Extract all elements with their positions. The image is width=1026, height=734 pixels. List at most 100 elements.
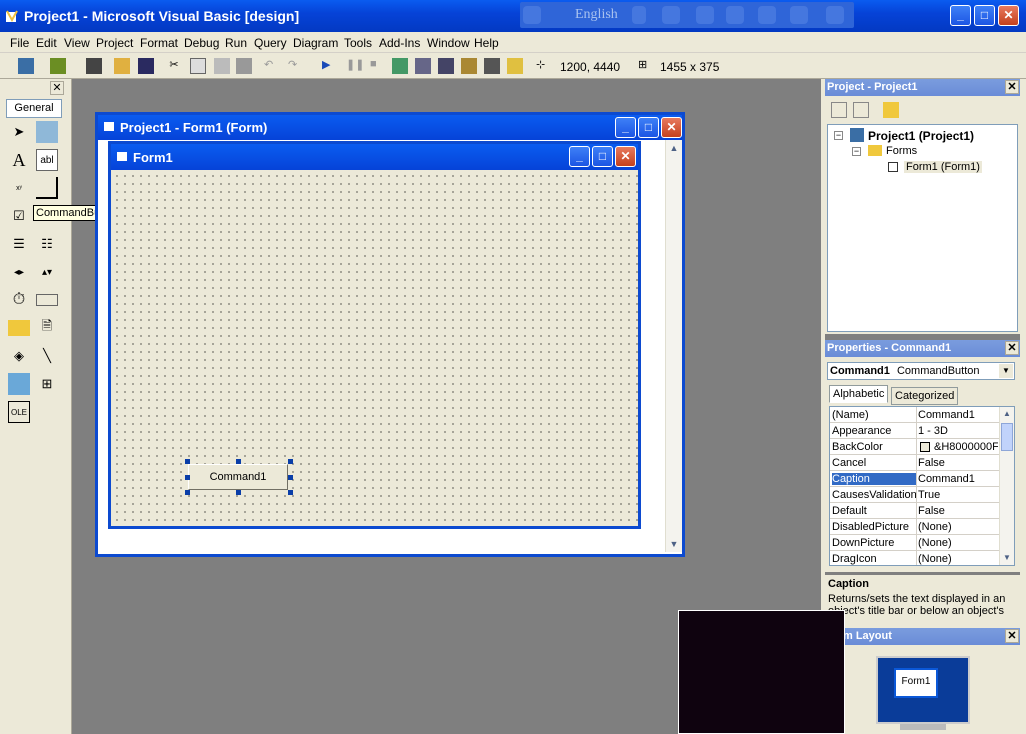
tab-alphabetic[interactable]: Alphabetic [829,385,889,403]
language-bar[interactable]: English [520,2,854,28]
add-project-icon[interactable] [18,58,34,74]
designer-vertical-scrollbar[interactable]: ▲ ▼ [665,140,682,552]
image-icon[interactable] [8,373,30,395]
property-row[interactable]: Appearance 1 - 3D [830,423,1000,439]
property-value[interactable]: False [918,457,998,469]
shape-icon[interactable]: ◈ [8,345,30,367]
minimize-button[interactable]: _ [950,5,971,26]
command1-button[interactable]: Command1 [188,464,288,490]
toggle-folders-icon[interactable] [883,102,899,118]
view-object-icon[interactable] [853,102,869,118]
picturebox-icon[interactable] [36,121,58,143]
collapse-icon[interactable]: − [852,147,861,156]
filelistbox-icon[interactable]: 🗎 [36,317,58,339]
form1-title-bar[interactable]: Form1 _ □ ✕ [111,144,638,170]
property-value[interactable]: &H8000000F [918,441,998,453]
resize-handle[interactable] [288,475,293,480]
langbar-tool-icon[interactable] [696,6,714,24]
tree-forms-folder[interactable]: Forms [886,145,917,157]
menu-format[interactable]: Format [140,36,178,50]
end-icon[interactable]: ■ [370,58,386,74]
redo-icon[interactable]: ↷ [288,58,304,74]
langbar-tool-icon[interactable] [662,6,680,24]
property-value[interactable]: (None) [918,553,998,565]
tree-form1-item[interactable]: Form1 (Form1) [904,161,982,173]
form1-close-button[interactable]: ✕ [615,146,636,167]
tab-categorized[interactable]: Categorized [891,387,959,405]
menu-add-ins[interactable]: Add-Ins [379,36,420,50]
property-row[interactable]: BackColor &H8000000F [830,439,1000,455]
toolbox-icon[interactable] [484,58,500,74]
menu-project[interactable]: Project [96,36,133,50]
form-layout-close-button[interactable]: ✕ [1005,629,1019,643]
vscrollbar-icon[interactable]: ▴▾ [36,261,58,283]
property-row-selected[interactable]: Caption Command1 [830,471,1000,487]
designer-maximize-button[interactable]: □ [638,117,659,138]
form-layout-icon[interactable] [438,58,454,74]
scroll-up-icon[interactable]: ▲ [1000,407,1014,421]
property-value[interactable]: Command1 [918,409,998,421]
menu-help[interactable]: Help [474,36,499,50]
chevron-down-icon[interactable]: ▼ [999,364,1013,378]
menu-edit[interactable]: Edit [36,36,57,50]
scroll-thumb[interactable] [1001,423,1013,451]
close-button[interactable]: ✕ [998,5,1019,26]
dirlistbox-icon[interactable] [8,320,30,336]
menu-tools[interactable]: Tools [344,36,372,50]
add-form-icon[interactable] [50,58,66,74]
open-project-icon[interactable] [114,58,130,74]
language-icon[interactable] [523,6,541,24]
property-row[interactable]: DragIcon (None) [830,551,1000,565]
menu-window[interactable]: Window [427,36,470,50]
scroll-down-icon[interactable]: ▼ [1000,551,1014,565]
combobox-icon[interactable]: ☰ [8,233,30,255]
property-row[interactable]: Default False [830,503,1000,519]
cut-icon[interactable]: ✂ [166,58,182,74]
maximize-button[interactable]: □ [974,5,995,26]
hscrollbar-icon[interactable]: ◂▸ [8,261,30,283]
undo-icon[interactable]: ↶ [264,58,280,74]
listbox-icon[interactable]: ☷ [36,233,58,255]
property-row[interactable]: Cancel False [830,455,1000,471]
resize-handle[interactable] [236,459,241,464]
form1-minimize-button[interactable]: _ [569,146,590,167]
collapse-icon[interactable]: − [834,131,843,140]
data-view-icon[interactable] [507,58,523,74]
resize-handle[interactable] [236,490,241,495]
menu-editor-icon[interactable] [86,58,102,74]
property-value[interactable]: True [918,489,998,501]
designer-minimize-button[interactable]: _ [615,117,636,138]
langbar-close-icon[interactable] [826,6,844,24]
properties-scrollbar[interactable]: ▲ ▼ [999,407,1014,565]
property-row[interactable]: CausesValidation True [830,487,1000,503]
menu-debug[interactable]: Debug [184,36,219,50]
language-label[interactable]: English [575,7,618,23]
property-value[interactable]: Command1 [918,473,998,485]
resize-handle[interactable] [288,459,293,464]
tree-project-node[interactable]: Project1 (Project1) [868,129,974,143]
properties-window-icon[interactable] [415,58,431,74]
langbar-tool-icon[interactable] [758,6,776,24]
property-value[interactable]: (None) [918,521,998,533]
project-explorer-icon[interactable] [392,58,408,74]
menu-view[interactable]: View [64,36,90,50]
property-row[interactable]: DisabledPicture (None) [830,519,1000,535]
resize-handle[interactable] [185,475,190,480]
toolbox-close-button[interactable]: ✕ [50,81,64,95]
find-icon[interactable] [236,58,252,74]
data-icon[interactable]: ⊞ [36,373,58,395]
property-value[interactable]: (None) [918,537,998,549]
designer-close-button[interactable]: ✕ [661,117,682,138]
form1-maximize-button[interactable]: □ [592,146,613,167]
langbar-help-icon[interactable] [790,6,808,24]
start-icon[interactable]: ▶ [322,58,338,74]
menu-query[interactable]: Query [254,36,287,50]
pointer-icon[interactable]: ➤ [8,121,30,143]
paste-icon[interactable] [214,58,230,74]
chevron-down-icon[interactable] [632,6,646,24]
textbox-icon[interactable]: abl [36,149,58,171]
copy-icon[interactable] [190,58,206,74]
property-value[interactable]: 1 - 3D [918,425,998,437]
resize-handle[interactable] [185,490,190,495]
drivelistbox-icon[interactable] [36,294,58,306]
